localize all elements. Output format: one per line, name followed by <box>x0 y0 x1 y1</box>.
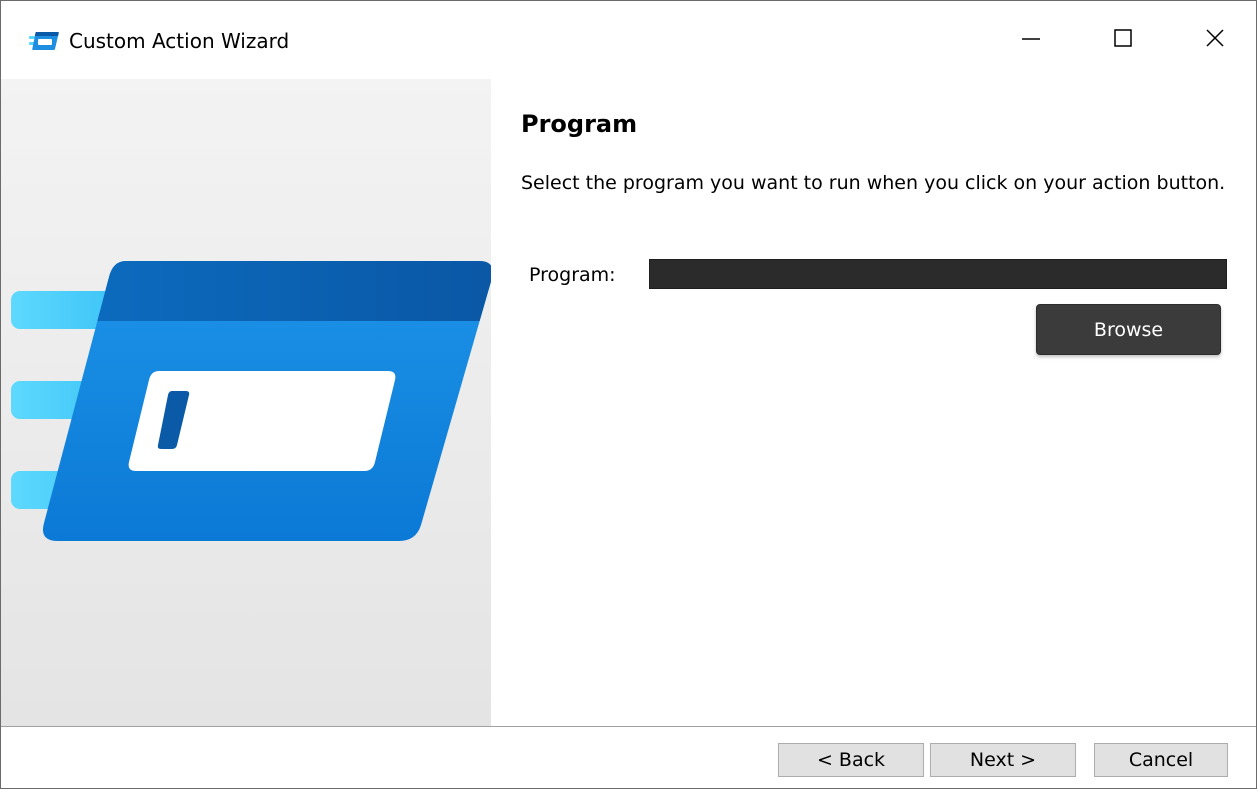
next-button[interactable]: Next > <box>930 743 1076 777</box>
back-button[interactable]: < Back <box>778 743 924 777</box>
app-icon <box>29 31 59 51</box>
program-label: Program: <box>529 264 616 286</box>
page-description: Select the program you want to run when … <box>521 172 1226 194</box>
minimize-icon <box>1020 27 1042 53</box>
maximize-button[interactable] <box>1077 1 1169 79</box>
custom-action-wizard-window: Custom Action Wizard Program Select the … <box>0 0 1257 789</box>
close-icon <box>1204 27 1226 53</box>
cancel-button[interactable]: Cancel <box>1094 743 1228 777</box>
minimize-button[interactable] <box>985 1 1077 79</box>
browse-button[interactable]: Browse <box>1036 304 1221 355</box>
maximize-icon <box>1112 27 1134 53</box>
wizard-footer: < Back Next > Cancel <box>1 727 1256 788</box>
program-path-input[interactable] <box>649 259 1227 289</box>
title-bar[interactable]: Custom Action Wizard <box>1 1 1256 79</box>
close-button[interactable] <box>1169 1 1257 79</box>
wizard-side-panel <box>1 79 493 726</box>
window-title: Custom Action Wizard <box>69 29 290 53</box>
wizard-content: Program Select the program you want to r… <box>491 79 1256 726</box>
page-title: Program <box>521 110 638 138</box>
action-button-illustration-icon <box>1 79 493 726</box>
